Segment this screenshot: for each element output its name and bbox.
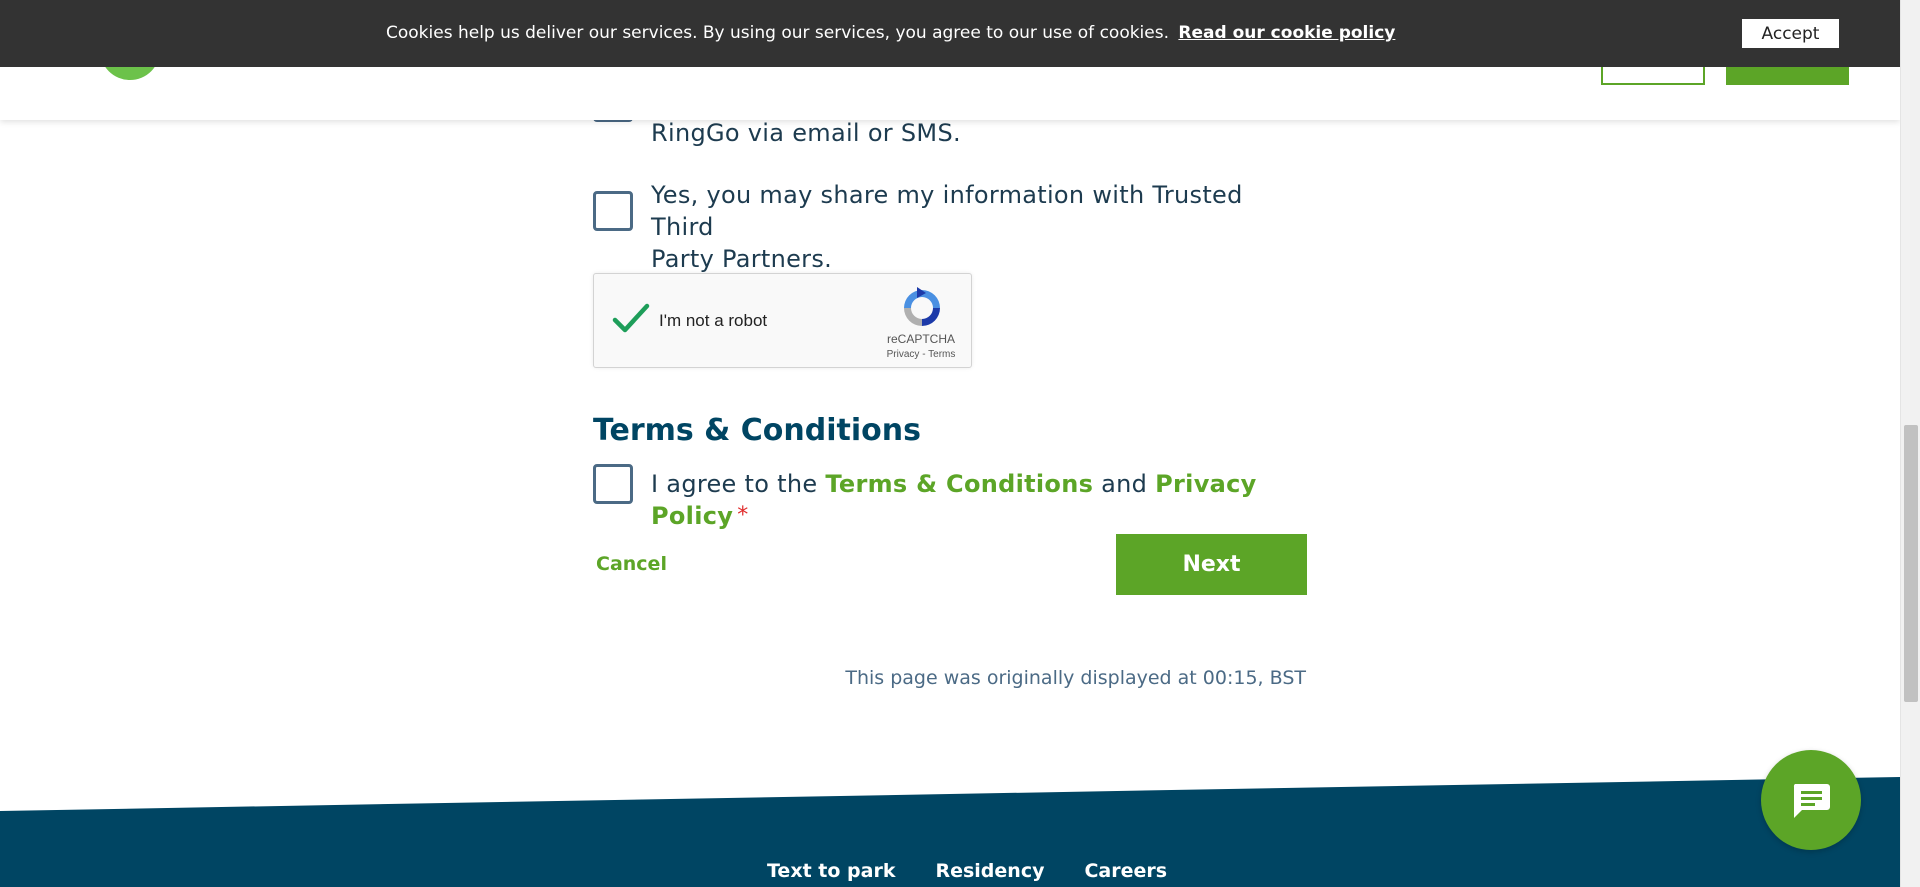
recaptcha-logo-icon — [904, 287, 940, 326]
cookie-banner: Cookies help us deliver our services. By… — [0, 0, 1900, 67]
third-party-checkbox[interactable] — [593, 191, 633, 231]
chat-button[interactable] — [1761, 750, 1861, 850]
footer-links: Text to park Residency Careers — [767, 860, 1167, 882]
recaptcha-link-separator: - — [919, 349, 929, 360]
cookie-policy-link[interactable]: Read our cookie policy — [1178, 23, 1395, 43]
third-party-label: Yes, you may share my information with T… — [651, 179, 1306, 275]
next-button[interactable]: Next — [1116, 534, 1307, 595]
cookie-message: Cookies help us deliver our services. By… — [386, 23, 1395, 43]
check-icon[interactable] — [612, 300, 650, 338]
third-party-label-line2: Party Partners. — [651, 245, 833, 273]
marketing-email-label: RingGo via email or SMS. — [651, 119, 961, 147]
footer-link-careers[interactable]: Careers — [1084, 860, 1167, 882]
footer-link-residency[interactable]: Residency — [935, 860, 1044, 882]
recaptcha-privacy-link[interactable]: Privacy — [887, 349, 920, 360]
terms-agree-label: I agree to the Terms & Conditions and Pr… — [651, 468, 1306, 532]
registration-form: RingGo via email or SMS. Yes, you may sh… — [593, 0, 1307, 887]
agree-prefix: I agree to the — [651, 470, 818, 498]
page-display-time: This page was originally displayed at 00… — [845, 667, 1306, 689]
recaptcha-links: Privacy - Terms — [879, 349, 963, 360]
page: Cookies help us deliver our services. By… — [0, 0, 1920, 887]
recaptcha-label: I'm not a robot — [659, 311, 768, 330]
recaptcha-widget: I'm not a robot reCAPTCHA Privacy - Term… — [593, 273, 972, 368]
footer-link-text-to-park[interactable]: Text to park — [767, 860, 895, 882]
vertical-scrollbar[interactable] — [1900, 0, 1920, 887]
recaptcha-terms-link[interactable]: Terms — [928, 349, 955, 360]
terms-heading: Terms & Conditions — [593, 413, 921, 448]
required-marker: * — [737, 503, 749, 528]
accept-cookies-button[interactable]: Accept — [1742, 19, 1839, 48]
third-party-label-line1: Yes, you may share my information with T… — [651, 181, 1243, 241]
terms-link[interactable]: Terms & Conditions — [825, 470, 1093, 498]
chat-icon — [1793, 784, 1830, 818]
cancel-button[interactable]: Cancel — [596, 553, 667, 575]
and-word: and — [1101, 470, 1148, 498]
scrollbar-thumb[interactable] — [1904, 425, 1918, 702]
cookie-message-text: Cookies help us deliver our services. By… — [386, 23, 1170, 43]
recaptcha-brand: reCAPTCHA — [886, 332, 955, 346]
terms-agree-checkbox[interactable] — [593, 464, 633, 504]
